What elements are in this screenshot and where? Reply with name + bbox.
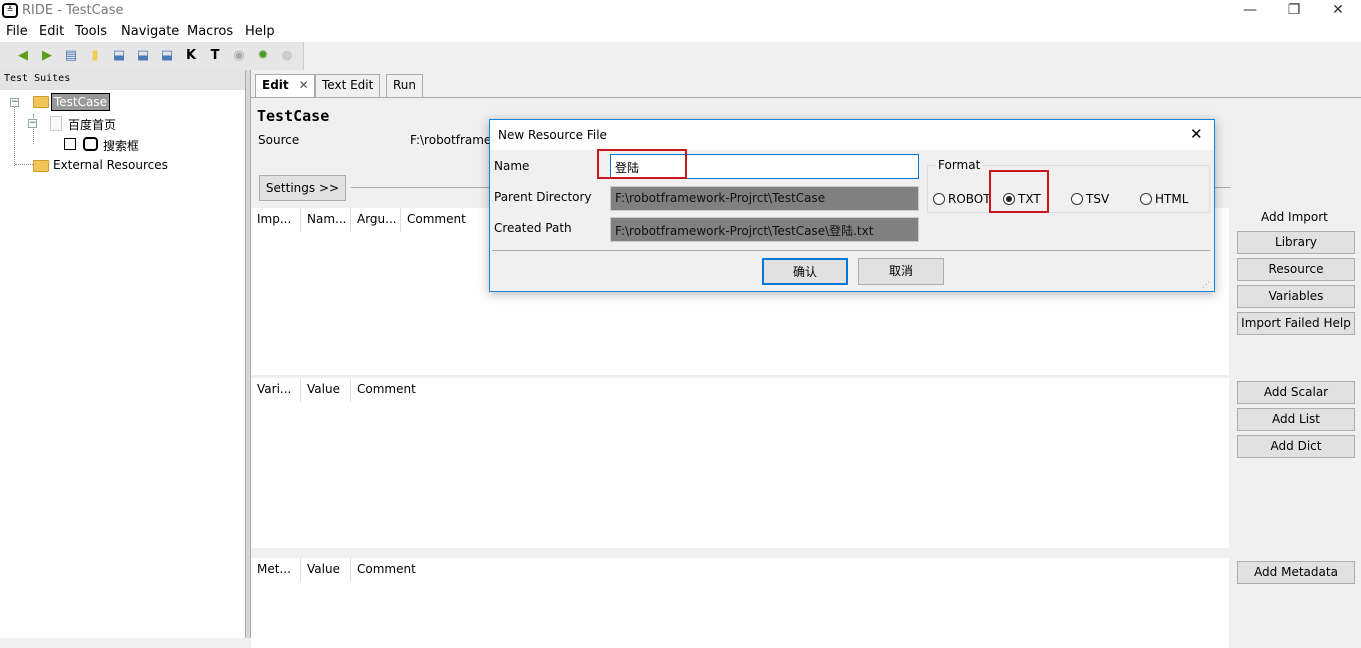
tab-text-edit[interactable]: Text Edit — [315, 74, 381, 97]
radio-label: ROBOT — [948, 192, 991, 206]
collapse-toggle[interactable]: − — [10, 98, 19, 107]
collapse-toggle[interactable]: − — [28, 119, 37, 128]
debug-icon[interactable]: ✹ — [254, 47, 272, 65]
stop-icon[interactable]: ● — [278, 47, 296, 65]
forward-icon[interactable]: ▶ — [38, 47, 56, 65]
radio-robot[interactable]: ROBOT — [933, 192, 991, 206]
add-dict-button[interactable]: Add Dict — [1237, 435, 1355, 458]
robot-icon — [83, 137, 98, 151]
col-header: Imp... — [251, 208, 301, 232]
save-all-icon[interactable]: ⬓ — [134, 47, 152, 65]
close-tab-icon[interactable]: ✕ — [299, 78, 309, 92]
col-header: Comment — [357, 382, 416, 396]
tab-run[interactable]: Run — [386, 74, 424, 97]
add-metadata-button[interactable]: Add Metadata — [1237, 561, 1355, 584]
import-failed-help-button[interactable]: Import Failed Help — [1237, 312, 1355, 335]
file-icon — [50, 116, 62, 131]
col-header: Value — [301, 378, 351, 402]
ride-logo-icon: ≚ — [2, 3, 18, 18]
checkbox[interactable] — [64, 138, 76, 150]
col-header: Vari... — [251, 378, 301, 402]
confirm-button[interactable]: 确认 — [762, 258, 848, 285]
col-header: Met... — [251, 558, 301, 582]
metadata-table: Met... Value Comment — [251, 558, 1229, 648]
tree-item-external-resources[interactable]: External Resources — [53, 158, 168, 172]
save-icon[interactable]: ⬓ — [110, 47, 128, 65]
dialog-title: New Resource File — [498, 128, 607, 142]
menu-tools[interactable]: Tools — [75, 24, 107, 39]
radio-label: TSV — [1086, 192, 1110, 206]
maximize-button[interactable]: ❐ — [1271, 0, 1317, 22]
variables-button[interactable]: Variables — [1237, 285, 1355, 308]
menu-bar: File Edit Tools Navigate Macros Help — [0, 22, 1361, 42]
save-as-icon[interactable]: ⬓ — [158, 47, 176, 65]
col-header: Nam... — [301, 208, 351, 232]
radio-tsv[interactable]: TSV — [1071, 192, 1109, 206]
window-title: RIDE - TestCase — [22, 3, 124, 18]
name-label: Name — [494, 159, 530, 173]
folder-icon — [33, 96, 49, 108]
tree-item-testcase[interactable]: TestCase — [51, 93, 110, 111]
back-icon[interactable]: ◀ — [14, 47, 32, 65]
col-header: Value — [301, 558, 351, 582]
col-header: Comment — [357, 562, 416, 576]
search-tests-icon[interactable]: T — [206, 47, 224, 65]
open-directory-icon[interactable]: ▮ — [86, 47, 104, 65]
menu-edit[interactable]: Edit — [39, 24, 64, 39]
menu-navigate[interactable]: Navigate — [121, 24, 179, 39]
tree-item-baidu-home[interactable]: 百度首页 — [68, 116, 116, 133]
parent-directory-label: Parent Directory — [494, 190, 592, 204]
folder-icon — [33, 160, 49, 172]
title-bar: ≚ RIDE - TestCase — ❐ ✕ — [0, 0, 1361, 22]
radio-html[interactable]: HTML — [1140, 192, 1188, 206]
tree-item-search-box[interactable]: 搜索框 — [103, 137, 139, 154]
created-path-label: Created Path — [494, 221, 572, 235]
toolbar: ◀ ▶ ▤ ▮ ⬓ ⬓ ⬓ K T ◉ ✹ ● — [0, 42, 304, 70]
library-button[interactable]: Library — [1237, 231, 1355, 254]
format-label: Format — [936, 158, 983, 172]
add-list-button[interactable]: Add List — [1237, 408, 1355, 431]
radio-label: HTML — [1155, 192, 1189, 206]
dialog-close-icon[interactable]: ✕ — [1190, 125, 1203, 143]
search-keywords-icon[interactable]: K — [182, 47, 200, 65]
cancel-button[interactable]: 取消 — [858, 258, 944, 285]
name-highlight — [597, 149, 687, 179]
source-value: F:\robotframe — [410, 133, 492, 147]
test-suites-panel: Test Suites − TestCase − 百度首页 搜索框 Extern… — [0, 70, 245, 638]
tab-label: Edit — [262, 78, 289, 92]
add-scalar-button[interactable]: Add Scalar — [1237, 381, 1355, 404]
resource-button[interactable]: Resource — [1237, 258, 1355, 281]
minimize-button[interactable]: — — [1227, 0, 1273, 22]
menu-file[interactable]: File — [6, 24, 28, 39]
menu-help[interactable]: Help — [245, 24, 275, 39]
suite-title: TestCase — [257, 107, 330, 125]
parent-directory-field: F:\robotframework-Projrct\TestCase — [610, 186, 919, 211]
run-icon[interactable]: ◉ — [230, 47, 248, 65]
new-resource-file-dialog: New Resource File ✕ Name 登陆 Parent Direc… — [489, 119, 1215, 292]
dialog-titlebar: New Resource File ✕ — [490, 120, 1214, 150]
created-path-field: F:\robotframework-Projrct\TestCase\登陆.tx… — [610, 217, 919, 242]
col-header: Argu... — [351, 208, 401, 232]
close-button[interactable]: ✕ — [1315, 0, 1361, 22]
panel-header: Test Suites — [0, 70, 245, 90]
txt-highlight — [989, 170, 1049, 213]
tab-edit[interactable]: Edit ✕ — [255, 74, 315, 97]
menu-macros[interactable]: Macros — [187, 24, 233, 39]
add-import-label: Add Import — [1261, 210, 1328, 224]
source-label: Source — [258, 133, 300, 147]
resize-grip-icon[interactable]: ⋰ — [1202, 280, 1210, 289]
open-icon[interactable]: ▤ — [62, 47, 80, 65]
variables-table: Vari... Value Comment — [251, 378, 1229, 548]
settings-button[interactable]: Settings >> — [259, 175, 346, 201]
